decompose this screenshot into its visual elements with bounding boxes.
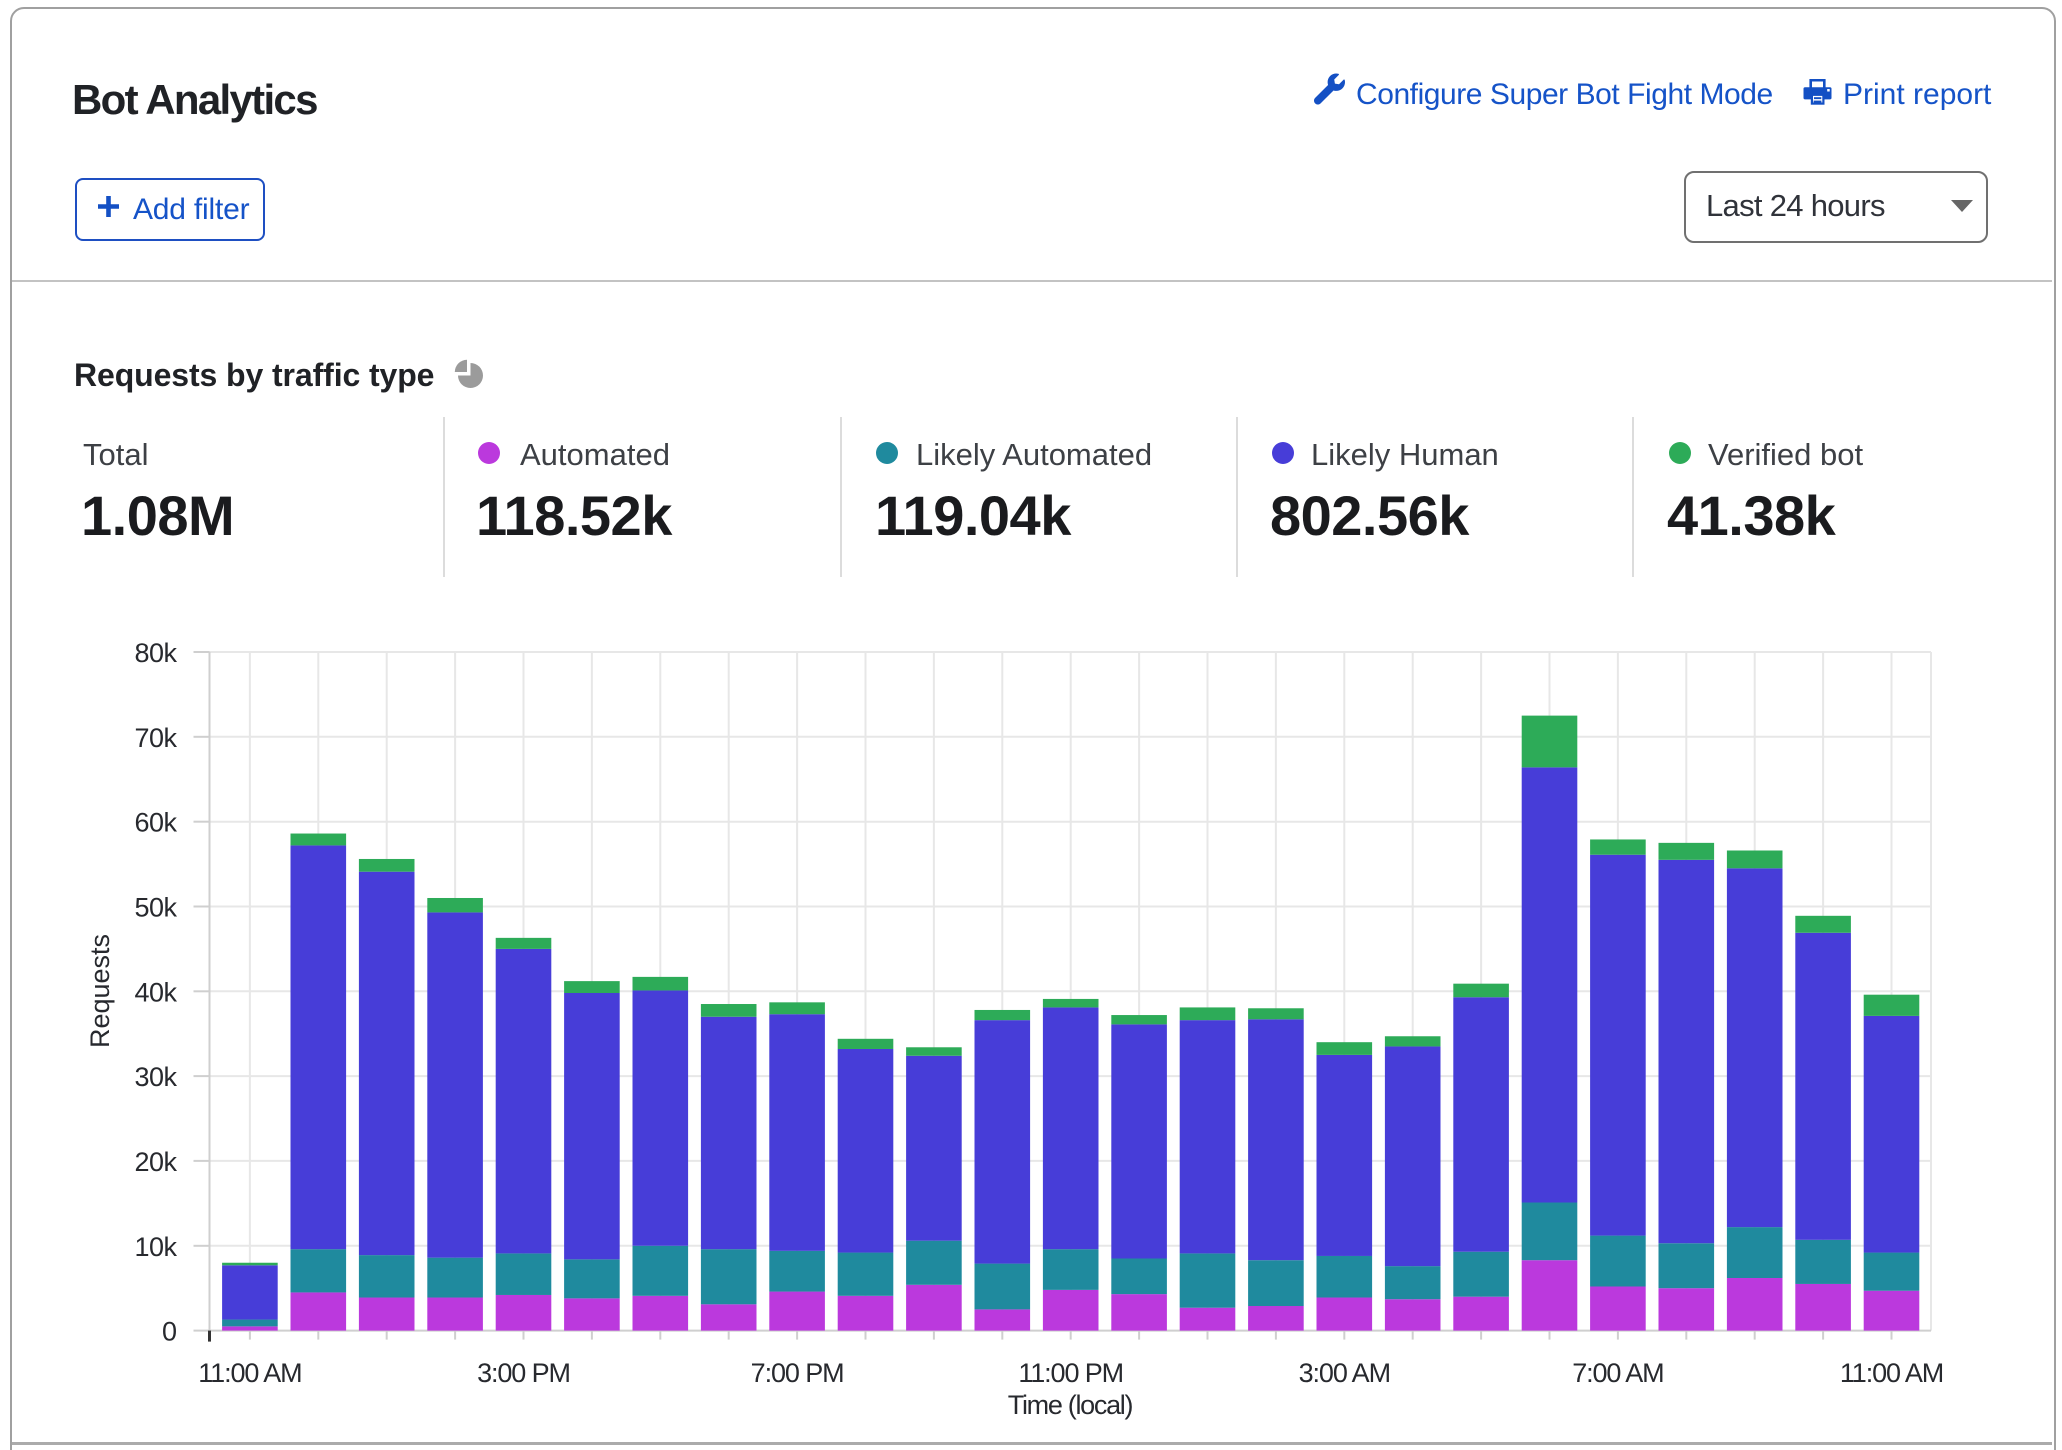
svg-text:Time (local): Time (local)	[1008, 1390, 1133, 1420]
svg-text:60k: 60k	[134, 808, 177, 838]
svg-text:30k: 30k	[134, 1062, 177, 1092]
svg-text:11:00 PM: 11:00 PM	[1018, 1358, 1123, 1388]
svg-text:7:00 AM: 7:00 AM	[1572, 1358, 1663, 1388]
svg-text:7:00 PM: 7:00 PM	[751, 1358, 844, 1388]
svg-text:10k: 10k	[134, 1232, 177, 1262]
svg-text:11:00 AM: 11:00 AM	[1840, 1358, 1943, 1388]
svg-text:11:00 AM: 11:00 AM	[198, 1358, 301, 1388]
svg-text:70k: 70k	[134, 723, 177, 753]
svg-text:3:00 AM: 3:00 AM	[1299, 1358, 1390, 1388]
svg-text:80k: 80k	[134, 638, 177, 668]
svg-text:Requests: Requests	[85, 934, 115, 1048]
svg-text:40k: 40k	[134, 977, 177, 1007]
svg-text:0: 0	[162, 1317, 177, 1347]
svg-text:3:00 PM: 3:00 PM	[477, 1358, 570, 1388]
svg-text:20k: 20k	[134, 1147, 177, 1177]
svg-text:50k: 50k	[134, 893, 177, 923]
